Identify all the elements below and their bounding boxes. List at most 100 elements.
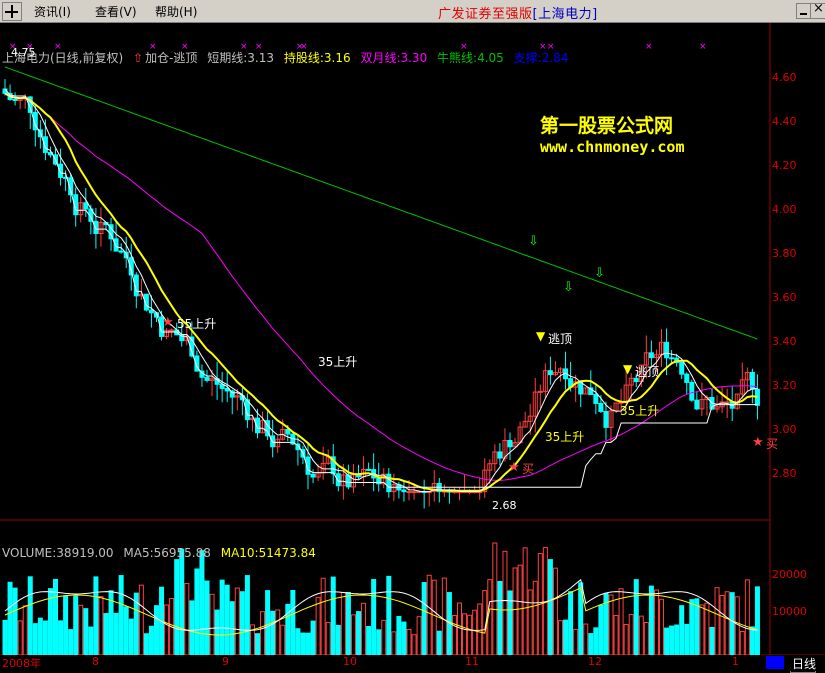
volume-bar [315, 596, 321, 656]
price-tick: 4.20 [772, 159, 797, 172]
menu-view[interactable]: 查看(V) [95, 3, 137, 20]
price-tick: 3.40 [772, 335, 797, 348]
volume-bar [517, 564, 523, 656]
volume-bar [426, 574, 432, 656]
volume-bar [416, 616, 422, 656]
volume-bar [350, 614, 356, 656]
volume-bar [73, 595, 79, 656]
volume-bar [714, 587, 720, 656]
buy-star-icon: ★ [752, 435, 764, 450]
chart-area[interactable]: × × × × × × × × × × × × × × ⇩ ⇩ ⇩ 上海电力(日线,前复权) ⇧ 加仓-逃顶 短期… [0, 23, 825, 673]
sell-arrow-icon: ⇩ [528, 234, 539, 249]
candle-body [118, 250, 124, 253]
date-label: 1 [732, 655, 739, 668]
volume-bar [280, 624, 286, 656]
volume-bar [17, 620, 23, 656]
volume-bar [345, 591, 351, 656]
volume-bar [684, 623, 690, 656]
buy-label: 买 [766, 437, 779, 451]
volume-bar [123, 606, 129, 656]
volume-bar [391, 631, 397, 656]
volume-bar [462, 613, 468, 656]
volume-bar [623, 623, 629, 656]
date-label: 8 [92, 655, 99, 668]
volume-bar [27, 576, 33, 656]
volume-bar [204, 580, 210, 656]
volume-bar [664, 627, 670, 656]
volume-bar [689, 599, 695, 656]
candle-body [679, 361, 685, 375]
menu-help[interactable]: 帮助(H) [155, 3, 197, 20]
watermark-url: www.chnmoney.com [540, 138, 685, 156]
candle-body [169, 329, 175, 332]
volume-bar [739, 631, 745, 656]
volume-bar [502, 550, 508, 656]
volume-bar [78, 604, 84, 656]
candle-body [406, 491, 412, 494]
volume-bar [638, 615, 644, 656]
candle-body [93, 220, 99, 235]
candle-body [598, 402, 604, 412]
signal-mark-icon: × [699, 42, 707, 52]
candle-body [12, 98, 18, 101]
system-menu-button[interactable] [2, 2, 22, 21]
buy-label: 买 [522, 462, 535, 476]
indicator-legend: 上海电力(日线,前复权) ⇧ 加仓-逃顶 短期线:3.13 持股线:3.16 双月… [2, 49, 574, 66]
volume-bar [694, 598, 700, 656]
high-price-label: 4.75 [11, 46, 36, 59]
short-line-value: 短期线:3.13 [207, 51, 275, 65]
volume-bar [300, 632, 306, 656]
kline-chart[interactable]: × × × × × × × ×× × × × × ×⇩⇩⇩ [0, 23, 825, 671]
volume-bar [659, 598, 664, 656]
period-switch[interactable] [766, 656, 784, 669]
period-label[interactable]: 日线 [792, 655, 816, 672]
volume-bar [431, 579, 437, 656]
signal-mark-icon: × [645, 42, 653, 52]
candle-body [497, 451, 503, 459]
volume-bar [568, 591, 574, 656]
volume-bar [143, 633, 149, 656]
volume-bar [749, 626, 755, 656]
volume-bar [42, 620, 48, 656]
volume-bar [214, 609, 220, 656]
volume-bar [648, 585, 654, 656]
volume-bar [532, 580, 538, 656]
volume-bar [128, 618, 134, 656]
volume-bar [103, 613, 109, 656]
volume-bar [527, 589, 533, 656]
volume-bar [754, 586, 760, 656]
ma5-value: MA5:56955.88 [123, 546, 211, 560]
date-label: 11 [465, 655, 479, 668]
volume-bar [118, 575, 124, 656]
volume-bar [361, 602, 367, 656]
candle-body [310, 473, 316, 478]
candle-body [386, 473, 392, 493]
candle-body [603, 410, 609, 428]
candle-body [648, 352, 654, 359]
volume-tick: 10000 [772, 605, 807, 618]
volume-bar [724, 591, 730, 656]
volume-bar [184, 582, 190, 656]
volume-bar [643, 621, 649, 656]
volume-bar [68, 629, 74, 656]
volume-bar [290, 590, 296, 656]
hold-line-value: 持股线:3.16 [283, 51, 351, 65]
volume-bar [436, 630, 442, 656]
candle-body [537, 390, 543, 393]
volume-bar [189, 600, 195, 656]
volume-bar [679, 605, 685, 656]
close-button[interactable] [810, 1, 825, 19]
volume-bar [209, 593, 215, 656]
bull-bear-line [4, 66, 758, 340]
volume-bar [608, 594, 614, 656]
volume-bar [113, 612, 119, 656]
volume-bar [7, 581, 13, 656]
menu-info[interactable]: 资讯(I) [34, 3, 71, 20]
watermark-name: 第一股票公式网 [540, 115, 674, 137]
volume-bar [239, 591, 245, 656]
candle-body [507, 439, 513, 448]
volume-bar [93, 576, 99, 656]
volume-value: VOLUME:38919.00 [2, 546, 114, 560]
volume-bar [457, 602, 462, 656]
volume-bar [492, 542, 498, 656]
